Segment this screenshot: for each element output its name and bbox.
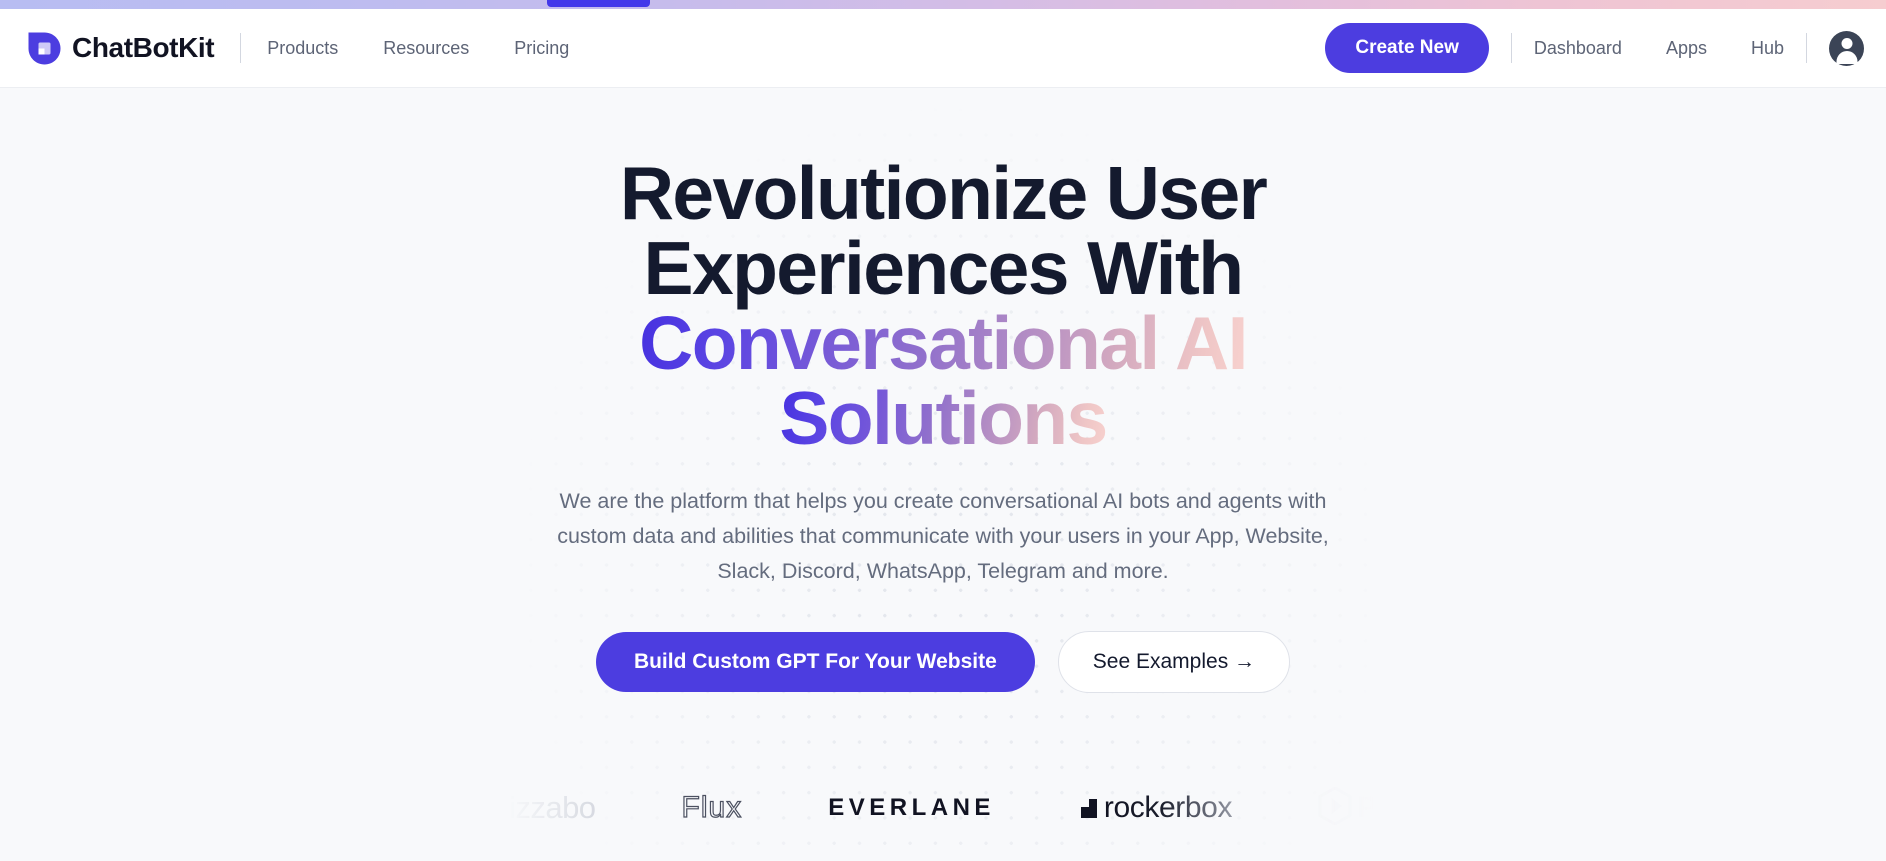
brand-logo-link[interactable]: ChatBotKit — [28, 32, 215, 65]
user-avatar-icon[interactable] — [1829, 30, 1864, 66]
client-logo-marquee: izzabo Flux EVERLANE rockerbox P — [0, 763, 1886, 853]
hero-subtitle: We are the platform that helps you creat… — [557, 489, 1329, 583]
logo-everlane-text: EVERLANE — [828, 794, 995, 821]
nav-divider-left — [240, 33, 242, 63]
nav-divider-avatar — [1806, 33, 1807, 63]
logo-rockerbox-text: rockerbox — [1103, 791, 1233, 824]
nav-link-pricing[interactable]: Pricing — [514, 38, 569, 59]
headline-accent-line-2: Solutions — [779, 376, 1108, 460]
headline-line-1: Revolutionize User — [619, 151, 1268, 235]
hero-section: Revolutionize User Experiences With Conv… — [0, 88, 1886, 861]
nav-link-products[interactable]: Products — [267, 38, 338, 59]
primary-nav-links: Products Resources Pricing — [267, 38, 569, 59]
page-title: Revolutionize User Experiences With Conv… — [563, 156, 1323, 456]
logo-everlane: EVERLANE — [828, 794, 995, 822]
nav-link-resources[interactable]: Resources — [383, 38, 469, 59]
top-strip-active-tab[interactable] — [547, 0, 650, 7]
nav-divider-right — [1510, 33, 1512, 63]
logo-bizzabo: izzabo — [509, 790, 596, 826]
create-new-button[interactable]: Create New — [1325, 23, 1489, 73]
logo-flux: Flux — [681, 790, 743, 825]
logo-bizzabo-text: izzabo — [508, 790, 596, 825]
nav-link-hub[interactable]: Hub — [1751, 38, 1784, 59]
brand-name: ChatBotKit — [72, 32, 215, 63]
pendo-hexagon-icon — [1318, 785, 1352, 830]
secondary-nav-links: Dashboard Apps Hub — [1534, 38, 1784, 59]
chatbotkit-droplet-logo-icon — [28, 32, 61, 65]
see-examples-button[interactable]: See Examples → — [1057, 631, 1291, 693]
headline-accent-line-1: Conversational AI — [639, 301, 1248, 385]
logo-rockerbox: rockerbox — [1080, 791, 1233, 825]
nav-link-apps[interactable]: Apps — [1666, 38, 1707, 59]
build-custom-gpt-button[interactable]: Build Custom GPT For Your Website — [595, 632, 1035, 692]
rockerbox-bars-icon — [1080, 798, 1100, 818]
headline-line-2: Experiences With — [643, 226, 1245, 310]
hero-cta-row: Build Custom GPT For Your Website See Ex… — [595, 631, 1291, 693]
main-navbar: ChatBotKit Products Resources Pricing Cr… — [0, 9, 1886, 88]
top-gradient-strip — [0, 0, 1886, 9]
nav-link-dashboard[interactable]: Dashboard — [1534, 38, 1622, 59]
logo-pendo-text: P — [1357, 791, 1378, 824]
logo-flux-text: Flux — [681, 790, 743, 824]
logo-pendo: P — [1318, 785, 1378, 830]
